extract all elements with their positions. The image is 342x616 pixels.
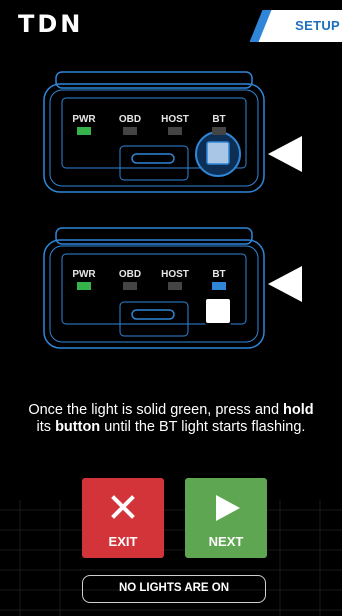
- host-label: HOST: [161, 114, 189, 125]
- setup-tab[interactable]: SETUP: [278, 18, 340, 33]
- pwr-led: [77, 127, 91, 135]
- instruction-part-2: its: [36, 419, 56, 435]
- instruction-bold-hold: hold: [283, 402, 314, 418]
- instruction-part-1: Once the light is solid green, press and: [28, 402, 284, 418]
- host-led: [168, 127, 182, 135]
- next-label: NEXT: [208, 534, 244, 549]
- app-header: TDN SETUP: [0, 0, 342, 46]
- close-icon: [111, 495, 135, 519]
- pwr-label: PWR: [72, 269, 96, 280]
- host-label: HOST: [161, 269, 189, 280]
- play-arrow-icon: [216, 495, 240, 521]
- device-diagram-bottom: PWR OBD HOST BT: [42, 226, 272, 352]
- bt-led: [212, 282, 226, 290]
- device-diagram-top: PWR OBD HOST BT: [42, 70, 272, 196]
- next-button[interactable]: NEXT: [185, 478, 267, 558]
- bt-label: BT: [212, 114, 226, 125]
- obd-led: [123, 127, 137, 135]
- obd-led: [123, 282, 137, 290]
- instruction-text: Once the light is solid green, press and…: [20, 402, 322, 436]
- exit-button[interactable]: EXIT: [82, 478, 164, 558]
- exit-label: EXIT: [108, 534, 138, 549]
- pwr-label: PWR: [72, 114, 96, 125]
- pointer-arrow-top-icon: [268, 136, 302, 172]
- tdn-logo: TDN: [18, 10, 84, 38]
- instruction-part-3: until the BT light starts flashing.: [100, 419, 306, 435]
- pointer-arrow-bottom-icon: [268, 266, 302, 302]
- bt-led: [212, 127, 226, 135]
- bt-label: BT: [212, 269, 226, 280]
- instruction-bold-button: button: [55, 419, 101, 435]
- host-led: [168, 282, 182, 290]
- obd-label: OBD: [118, 114, 142, 125]
- pwr-led: [77, 282, 91, 290]
- obd-label: OBD: [118, 269, 142, 280]
- no-lights-button[interactable]: NO LIGHTS ARE ON: [82, 575, 266, 603]
